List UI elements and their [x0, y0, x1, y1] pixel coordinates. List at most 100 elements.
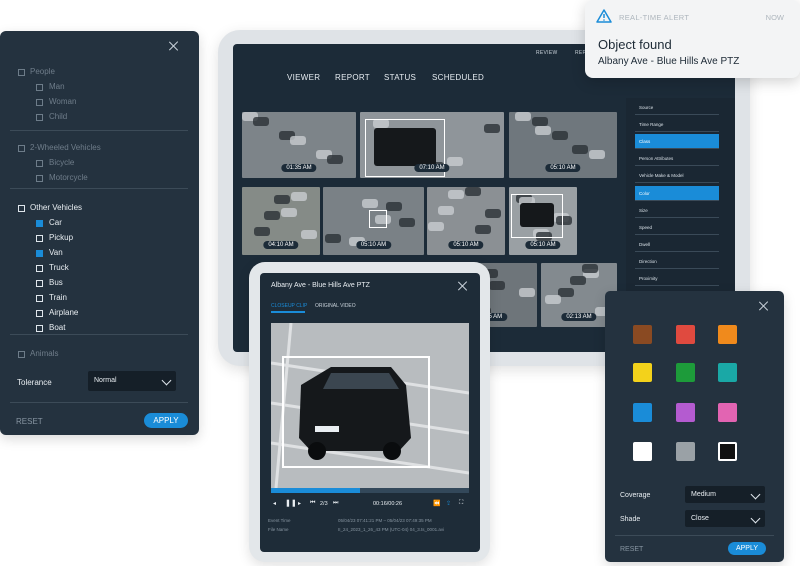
- sidebar-item[interactable]: Source: [635, 100, 719, 115]
- camera-thumbnail[interactable]: 04:10 AM: [242, 187, 320, 255]
- item-checkbox[interactable]: [36, 250, 43, 257]
- step-forward-icon[interactable]: ▸: [298, 500, 301, 507]
- sidebar-item[interactable]: Size: [635, 203, 719, 218]
- color-swatch[interactable]: [718, 403, 737, 422]
- previous-clip-icon[interactable]: ⏮: [310, 500, 315, 507]
- group-label: People: [30, 67, 55, 76]
- item-checkbox[interactable]: [36, 310, 43, 317]
- nav-review[interactable]: REVIEW: [536, 50, 558, 56]
- progress-track[interactable]: [271, 488, 469, 493]
- item-checkbox[interactable]: [36, 235, 43, 242]
- apply-button[interactable]: APPLY: [728, 542, 766, 555]
- rewind-icon[interactable]: ⏪: [433, 500, 440, 507]
- color-swatch[interactable]: [676, 442, 695, 461]
- reset-button[interactable]: RESET: [16, 417, 43, 426]
- car-shape: [327, 155, 343, 164]
- color-swatch[interactable]: [718, 325, 737, 344]
- close-icon[interactable]: [759, 301, 769, 311]
- item-label: Boat: [49, 323, 66, 332]
- nav-report[interactable]: REPORT: [335, 73, 370, 82]
- sidebar-item[interactable]: Time Range: [635, 117, 719, 133]
- shade-select[interactable]: Close: [685, 510, 765, 527]
- item-label: Woman: [49, 97, 77, 106]
- item-checkbox[interactable]: [36, 160, 43, 167]
- camera-thumbnail[interactable]: 07:10 AM: [360, 112, 504, 178]
- camera-thumbnail[interactable]: 05:10 AM: [509, 112, 617, 178]
- nav-status[interactable]: STATUS: [384, 73, 416, 82]
- apply-button[interactable]: APPLY: [144, 413, 188, 428]
- group-label: Animals: [30, 349, 59, 358]
- tolerance-value: Normal: [94, 377, 117, 384]
- group-checkbox[interactable]: [18, 69, 25, 76]
- color-swatch[interactable]: [633, 442, 652, 461]
- meta-value-file-name: II_24_2023_1_26_43 PM (UTC-04) 04_3.ts_0…: [338, 527, 445, 532]
- sidebar-item[interactable]: Class: [635, 134, 719, 150]
- divider: [10, 402, 188, 403]
- item-checkbox[interactable]: [36, 99, 43, 106]
- pause-icon[interactable]: ❚❚: [285, 499, 297, 507]
- color-swatch[interactable]: [676, 363, 695, 382]
- car-shape: [264, 211, 280, 220]
- share-icon[interactable]: ⇪: [446, 500, 451, 507]
- alert-notification[interactable]: REAL-TIME ALERT NOW Object found Albany …: [585, 0, 800, 78]
- player-title: Albany Ave - Blue Hills Ave PTZ: [271, 282, 370, 289]
- close-icon[interactable]: [169, 41, 179, 51]
- car-shape: [291, 192, 307, 201]
- group-label: 2-Wheeled Vehicles: [30, 143, 101, 152]
- car-shape: [515, 112, 531, 121]
- meta-label-file-name: File Name: [268, 527, 289, 532]
- item-checkbox[interactable]: [36, 175, 43, 182]
- group-checkbox[interactable]: [18, 351, 25, 358]
- sidebar-item[interactable]: Dwell: [635, 237, 719, 252]
- sidebar-item[interactable]: Color: [635, 185, 719, 201]
- car-shape: [301, 230, 317, 239]
- item-checkbox[interactable]: [36, 280, 43, 287]
- color-swatch[interactable]: [718, 363, 737, 382]
- timecode: 00:16/00:26: [373, 501, 403, 507]
- sidebar-item[interactable]: Person Attributes: [635, 151, 719, 167]
- close-icon[interactable]: [458, 281, 468, 291]
- nav-scheduled[interactable]: SCHEDULED: [432, 73, 484, 82]
- camera-thumbnail[interactable]: 01:35 AM: [242, 112, 356, 178]
- tab-closeup-clip[interactable]: CLOSEUP CLIP: [271, 303, 307, 309]
- camera-thumbnail[interactable]: 05:10 AM: [509, 187, 577, 255]
- sidebar-item[interactable]: Direction: [635, 254, 719, 269]
- sidebar-item[interactable]: Vehicle Make & Model: [635, 168, 719, 184]
- sidebar-item[interactable]: Speed: [635, 220, 719, 235]
- color-swatch[interactable]: [718, 442, 737, 461]
- item-checkbox[interactable]: [36, 265, 43, 272]
- video-frame[interactable]: [271, 323, 469, 488]
- sidebar-item[interactable]: Proximity: [635, 271, 719, 286]
- next-clip-icon[interactable]: ⏭: [333, 500, 338, 507]
- coverage-select[interactable]: Medium: [685, 486, 765, 503]
- thumbnail-time: 02:13 AM: [561, 313, 597, 321]
- color-swatch[interactable]: [633, 403, 652, 422]
- nav-viewer[interactable]: VIEWER: [287, 73, 320, 82]
- shade-label: Shade: [620, 516, 641, 523]
- item-checkbox[interactable]: [36, 84, 43, 91]
- meta-label-event-time: Event Time: [268, 518, 291, 523]
- item-checkbox[interactable]: [36, 295, 43, 302]
- item-checkbox[interactable]: [36, 325, 43, 332]
- detection-box: [369, 210, 387, 228]
- divider: [10, 188, 188, 189]
- item-checkbox[interactable]: [36, 114, 43, 121]
- step-back-icon[interactable]: ◂: [273, 500, 276, 507]
- group-checkbox[interactable]: [18, 145, 25, 152]
- tab-original-video[interactable]: ORIGINAL VIDEO: [315, 303, 356, 309]
- item-label: Motorcycle: [49, 173, 88, 182]
- color-swatch[interactable]: [633, 363, 652, 382]
- car-shape: [399, 218, 415, 227]
- car-shape: [290, 136, 306, 145]
- reset-button[interactable]: RESET: [620, 546, 643, 553]
- color-swatch[interactable]: [676, 325, 695, 344]
- color-swatch[interactable]: [633, 325, 652, 344]
- fullscreen-icon[interactable]: ⛶: [459, 500, 463, 507]
- item-checkbox[interactable]: [36, 220, 43, 227]
- camera-thumbnail[interactable]: 05:10 AM: [427, 187, 505, 255]
- camera-thumbnail[interactable]: 05:10 AM: [323, 187, 424, 255]
- color-swatch[interactable]: [676, 403, 695, 422]
- item-label: Child: [49, 112, 68, 121]
- tolerance-select[interactable]: Normal: [88, 371, 176, 391]
- group-checkbox[interactable]: [18, 205, 25, 212]
